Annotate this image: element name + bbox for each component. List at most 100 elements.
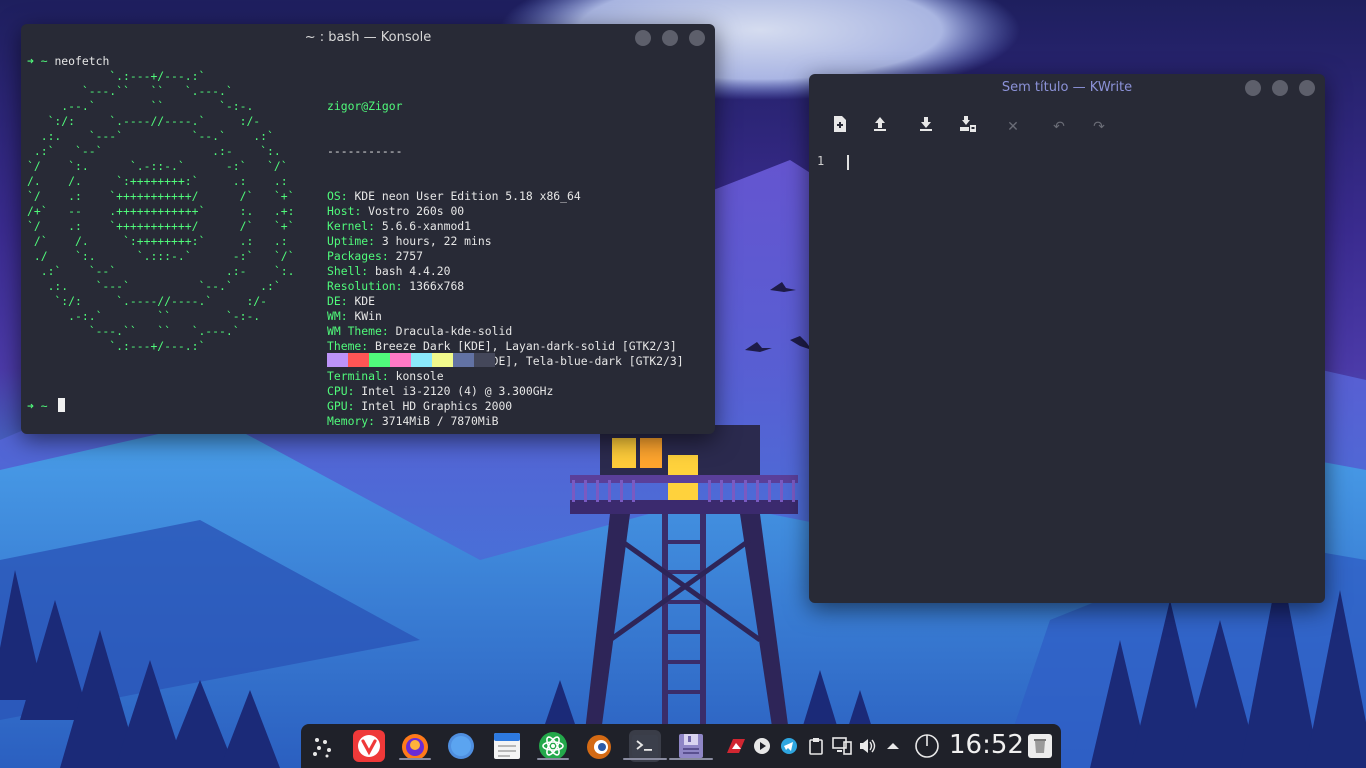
active-prompt-line[interactable]: ➜ ~ — [27, 398, 66, 414]
info-colon: : — [381, 324, 396, 338]
firefox-icon[interactable] — [399, 730, 431, 762]
info-line: WM: KWin — [327, 309, 684, 324]
info-value: Intel HD Graphics 2000 — [361, 399, 513, 413]
save-as-icon[interactable] — [957, 116, 979, 138]
info-key: Terminal — [327, 369, 382, 383]
dolphin-icon[interactable] — [445, 730, 477, 762]
network-icon[interactable] — [832, 737, 852, 755]
digital-clock[interactable]: 16:52 — [949, 730, 1024, 760]
info-colon: : — [368, 414, 382, 428]
konsole-window[interactable]: ~ : bash — Konsole ➜ ~ neofetch `.:---+/… — [21, 24, 715, 434]
volume-icon[interactable] — [858, 737, 876, 755]
info-line: Shell: bash 4.4.20 — [327, 264, 684, 279]
info-line: Host: Vostro 260s 00 — [327, 204, 684, 219]
window-title: Sem título — KWrite — [1001, 80, 1133, 95]
info-value: bash 4.4.20 — [375, 264, 451, 278]
info-colon: : — [395, 279, 410, 293]
atom-icon[interactable] — [537, 730, 569, 762]
open-icon[interactable] — [869, 116, 891, 138]
palette-swatch — [327, 353, 348, 367]
info-key: Theme — [327, 339, 362, 353]
kwrite-icon[interactable] — [669, 730, 713, 762]
power-icon[interactable] — [913, 732, 941, 760]
screencast-icon[interactable] — [726, 737, 745, 755]
application-launcher-icon[interactable] — [307, 730, 339, 762]
info-value: 2757 — [395, 249, 424, 263]
info-colon: : — [347, 399, 362, 413]
new-document-icon[interactable] — [829, 116, 851, 138]
palette-swatch — [411, 353, 432, 367]
command-line[interactable]: ➜ ~ neofetch — [27, 54, 109, 69]
info-key: CPU — [327, 384, 348, 398]
info-colon: : — [354, 204, 369, 218]
palette-swatch — [390, 353, 411, 367]
info-line: CPU: Intel i3-2120 (4) @ 3.300GHz — [327, 384, 684, 399]
info-key: GPU — [327, 399, 348, 413]
undo-icon[interactable]: ↶ — [1048, 116, 1070, 138]
info-key: DE — [327, 294, 341, 308]
blender-icon[interactable] — [583, 730, 615, 762]
media-player-icon[interactable] — [753, 737, 771, 755]
trash-icon[interactable] — [1025, 731, 1055, 761]
kwrite-titlebar[interactable]: Sem título — KWrite — [809, 74, 1325, 102]
info-value: Breeze Dark [KDE], Layan-dark-solid [GTK… — [375, 339, 677, 353]
info-separator: ----------- — [327, 144, 403, 158]
info-line: Memory: 3714MiB / 7870MiB — [327, 414, 684, 429]
text-cursor — [847, 155, 849, 170]
palette-swatch — [453, 353, 474, 367]
info-key: Shell — [327, 264, 362, 278]
info-colon: : — [381, 369, 396, 383]
vivaldi-icon[interactable] — [353, 730, 385, 762]
close-button[interactable] — [689, 30, 705, 46]
close-document-icon[interactable]: ✕ — [1002, 116, 1024, 138]
maximize-button[interactable] — [1272, 80, 1288, 96]
notes-icon[interactable] — [491, 730, 523, 762]
neofetch-ascii-logo: `.:---+/---.:` `---.`` `` `.---.` .--.` … — [27, 69, 295, 353]
info-key: WM — [327, 309, 341, 323]
info-key: WM Theme — [327, 324, 382, 338]
maximize-button[interactable] — [662, 30, 678, 46]
info-value: Intel i3-2120 (4) @ 3.300GHz — [361, 384, 554, 398]
user-host: zigor@Zigor — [327, 99, 403, 113]
info-value: konsole — [395, 369, 444, 383]
line-number: 1 — [817, 154, 825, 168]
info-colon: : — [381, 249, 396, 263]
palette-swatch — [474, 353, 495, 367]
info-value: 3 hours, 22 mins — [381, 234, 492, 248]
info-line: Resolution: 1366x768 — [327, 279, 684, 294]
redo-icon[interactable]: ↷ — [1088, 116, 1110, 138]
konsole-icon[interactable] — [623, 730, 667, 762]
info-key: OS — [327, 189, 341, 203]
konsole-titlebar[interactable]: ~ : bash — Konsole — [21, 24, 715, 52]
palette-swatch — [432, 353, 453, 367]
info-key: Kernel — [327, 219, 369, 233]
active-indicator — [399, 758, 431, 760]
save-icon[interactable] — [915, 116, 937, 138]
minimize-button[interactable] — [1245, 80, 1261, 96]
telegram-icon[interactable] — [780, 737, 798, 755]
window-title: ~ : bash — Konsole — [304, 30, 432, 45]
info-value: KDE — [354, 294, 376, 308]
info-line: Theme: Breeze Dark [KDE], Layan-dark-sol… — [327, 339, 684, 354]
info-line: WM Theme: Dracula-kde-solid — [327, 324, 684, 339]
info-line: Uptime: 3 hours, 22 mins — [327, 234, 684, 249]
active-indicator — [623, 758, 667, 760]
expand-tray-icon[interactable] — [884, 737, 902, 755]
prompt: ➜ ~ — [27, 54, 55, 68]
info-value: 5.6.6-xanmod1 — [381, 219, 472, 233]
clipboard-icon[interactable] — [807, 737, 825, 755]
minimize-button[interactable] — [635, 30, 651, 46]
info-colon: : — [347, 384, 362, 398]
info-value: 1366x768 — [409, 279, 465, 293]
active-indicator — [537, 758, 569, 760]
info-value: KDE neon User Edition 5.18 x86_64 — [354, 189, 581, 203]
palette-swatch — [348, 353, 369, 367]
info-key: Packages — [327, 249, 382, 263]
info-value: Vostro 260s 00 — [368, 204, 465, 218]
info-colon: : — [361, 339, 376, 353]
close-button[interactable] — [1299, 80, 1315, 96]
prompt: ➜ ~ — [27, 399, 55, 413]
info-colon: : — [340, 189, 355, 203]
kwrite-window[interactable]: Sem título — KWrite ✕ ↶ ↷ 1 — [809, 74, 1325, 603]
command-text: neofetch — [54, 54, 110, 68]
